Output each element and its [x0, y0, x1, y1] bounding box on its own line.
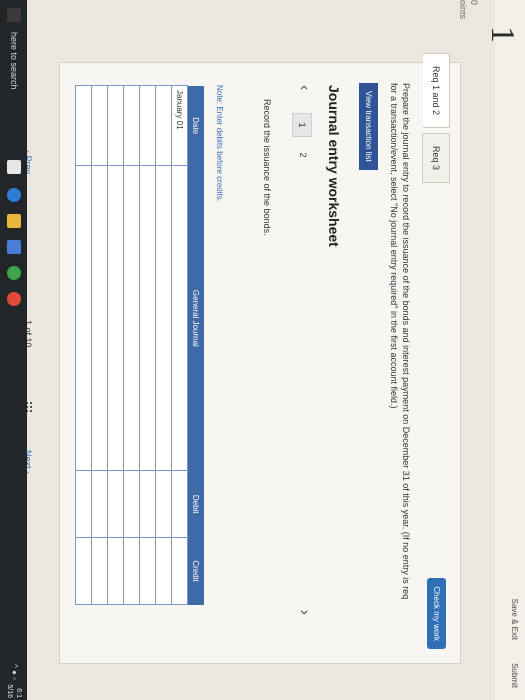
table-row — [107, 85, 124, 605]
submit-button[interactable]: Submit — [510, 663, 519, 688]
worksheet-page-1[interactable]: 1 — [292, 113, 312, 137]
credit-cell[interactable] — [171, 537, 188, 605]
system-tray-icons[interactable]: ^ ● ▫ — [10, 664, 19, 680]
column-header-date: Date — [187, 85, 204, 166]
points-value: 0 — [469, 0, 479, 6]
taskbar-search[interactable]: here to search — [9, 32, 19, 90]
chevron-left-icon[interactable]: ‹ — [295, 85, 313, 90]
question-card: Check my work Req 1 and 2 Req 3 Prepare … — [59, 53, 461, 664]
table-row: January 01 — [171, 85, 188, 605]
store-icon[interactable] — [7, 240, 21, 254]
start-icon[interactable] — [7, 8, 21, 22]
debit-cell[interactable] — [91, 470, 108, 538]
table-row — [123, 85, 140, 605]
tab-req-1-and-2[interactable]: Req 1 and 2 — [423, 53, 450, 129]
debits-note: Note: Enter debits before credits. — [215, 85, 224, 202]
debit-cell[interactable] — [107, 470, 124, 538]
table-row — [91, 85, 108, 605]
account-cell[interactable] — [75, 165, 92, 471]
chevron-right-icon[interactable]: › — [295, 610, 313, 615]
credit-cell[interactable] — [75, 537, 92, 605]
credit-cell[interactable] — [91, 537, 108, 605]
points-label: oints — [458, 0, 468, 20]
file-explorer-icon[interactable] — [7, 214, 21, 228]
column-header-debit: Debit — [187, 470, 204, 538]
credit-cell[interactable] — [123, 537, 140, 605]
account-cell[interactable] — [171, 165, 188, 471]
column-header-general-journal: General Journal — [187, 165, 204, 471]
date-cell[interactable] — [91, 85, 108, 166]
view-transaction-list-button[interactable]: View transaction list — [359, 83, 378, 170]
account-cell[interactable] — [107, 165, 124, 471]
date-cell[interactable]: January 01 — [171, 85, 188, 166]
check-my-work-button[interactable]: Check my work — [427, 578, 446, 649]
table-row — [75, 85, 92, 605]
credit-cell[interactable] — [155, 537, 172, 605]
account-cell[interactable] — [123, 165, 140, 471]
column-header-credit: Credit — [187, 537, 204, 605]
edge-icon[interactable] — [7, 188, 21, 202]
journal-header-row: Date General Journal Debit Credit — [187, 85, 204, 605]
debit-cell[interactable] — [155, 470, 172, 538]
journal-table: Date General Journal Debit Credit Januar… — [75, 85, 204, 605]
account-cell[interactable] — [139, 165, 156, 471]
chrome-icon[interactable] — [7, 266, 21, 280]
debit-cell[interactable] — [139, 470, 156, 538]
opera-icon[interactable] — [7, 292, 21, 306]
debit-cell[interactable] — [171, 470, 188, 538]
journal-body: January 01 — [75, 85, 188, 605]
debit-cell[interactable] — [75, 470, 92, 538]
date-cell[interactable] — [155, 85, 172, 166]
points-indicator: 0 oints — [457, 0, 479, 19]
debit-cell[interactable] — [123, 470, 140, 538]
screen: 1 Save & Exit Submit 0 oints Check my wo… — [0, 0, 525, 700]
date-cell[interactable] — [107, 85, 124, 166]
task-view-icon[interactable] — [7, 160, 21, 174]
date-cell[interactable] — [139, 85, 156, 166]
top-bar: 1 Save & Exit Submit — [484, 0, 525, 700]
credit-cell[interactable] — [139, 537, 156, 605]
worksheet-nav: ‹ 1 2 › — [288, 85, 316, 615]
clock: 6:1 5/16 — [5, 684, 23, 698]
instructions-text: Prepare the journal entry to record the … — [389, 83, 411, 600]
save-exit-link[interactable]: Save & Exit — [510, 599, 519, 640]
table-row — [139, 85, 156, 605]
worksheet-title: Journal entry worksheet — [326, 85, 342, 247]
table-row — [155, 85, 172, 605]
worksheet-page-2[interactable]: 2 — [294, 145, 312, 165]
credit-cell[interactable] — [107, 537, 124, 605]
record-instruction: Record the issuance of the bonds. — [262, 99, 272, 236]
account-cell[interactable] — [155, 165, 172, 471]
clock-date: 5/16 — [6, 684, 13, 698]
date-cell[interactable] — [75, 85, 92, 166]
tab-req-3[interactable]: Req 3 — [422, 133, 450, 184]
clock-time: 6:1 — [15, 688, 22, 698]
account-cell[interactable] — [91, 165, 108, 471]
taskbar: here to search ^ ● ▫ 6:1 5/16 — [0, 0, 27, 700]
date-cell[interactable] — [123, 85, 140, 166]
question-number: 1 — [484, 26, 521, 43]
